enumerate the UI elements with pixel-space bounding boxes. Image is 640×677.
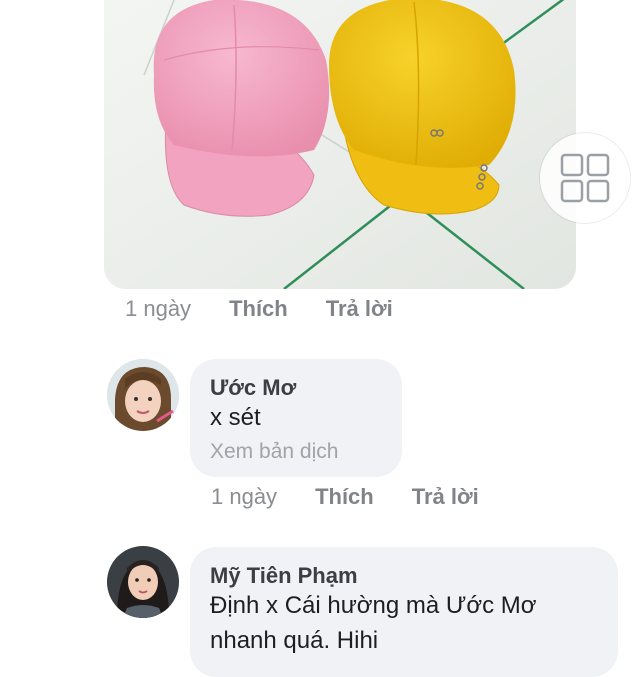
comment-photo-attachment[interactable] [104,0,576,289]
user-avatar-photo [107,546,179,618]
gallery-button[interactable] [540,133,630,223]
comment-text: x sét [210,404,261,431]
avatar[interactable] [107,546,179,618]
comment-text-line: Định x Cái hường mà Ước Mơ [210,592,537,619]
avatar[interactable] [107,359,179,431]
comment-text-line: nhanh quá. Hihi [210,627,379,654]
reply-button[interactable]: Trả lời [326,296,393,322]
like-button[interactable]: Thích [315,484,374,510]
comment-timestamp: 1 ngày [125,296,192,321]
photo-comment-actions: 1 ngày Thích Trả lời [125,296,393,322]
caps-photo [104,0,576,289]
comment-bubble[interactable]: Mỹ Tiên Phạm Định x Cái hường mà Ước Mơ … [190,547,618,677]
comment-author[interactable]: Ước Mơ [210,375,296,401]
comment-author[interactable]: Mỹ Tiên Phạm [210,563,358,589]
comment-bubble[interactable]: Ước Mơ x sét Xem bản dịch [190,359,402,477]
comment-actions: 1 ngày Thích Trả lời [211,484,479,510]
user-avatar-photo [107,359,179,431]
grid-gallery-icon [560,153,610,203]
reply-button[interactable]: Trả lời [412,484,479,510]
like-button[interactable]: Thích [229,296,288,322]
comment-timestamp: 1 ngày [211,484,278,509]
see-translation-link[interactable]: Xem bản dịch [210,440,338,464]
pink-cap [153,0,330,217]
